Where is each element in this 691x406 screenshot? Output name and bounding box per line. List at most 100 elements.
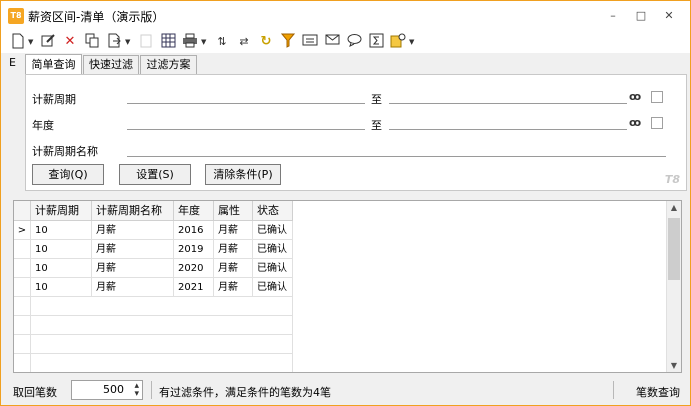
pay-period-from-input[interactable] [127,103,365,104]
table-cell[interactable]: 月薪 [214,221,253,240]
row-selector [14,335,31,354]
data-grid: 计薪周期 计薪周期名称 年度 属性 状态 > 10 月薪 2016 月薪 已确认… [13,200,682,373]
pay-period-to-input[interactable] [389,103,627,104]
table-cell[interactable]: 10 [31,221,92,240]
table-cell[interactable]: 已确认 [253,221,293,240]
clear-conditions-button[interactable]: 清除条件(P) [205,164,281,185]
row-selector[interactable] [14,278,31,297]
table-cell[interactable]: 10 [31,240,92,259]
table-cell[interactable]: 月薪 [214,278,253,297]
scroll-down-icon[interactable]: ▼ [667,361,681,370]
empty-row [31,335,293,354]
refresh-icon[interactable]: ↻ [257,33,275,51]
binoculars-icon[interactable]: ꝏ [629,90,641,103]
table-cell[interactable]: 月薪 [92,221,174,240]
pay-period-checkbox[interactable] [651,91,663,103]
pay-period-name-input[interactable] [127,156,666,157]
empty-row [31,354,293,372]
delete-icon[interactable]: ✕ [61,33,79,51]
new-dropdown-icon[interactable]: ▼ [28,33,36,51]
brand-watermark: T8 [664,173,680,186]
sum-icon[interactable] [367,33,385,51]
table-cell[interactable]: 2019 [174,240,214,259]
side-marker: E [9,56,16,69]
pay-period-to-label: 至 [371,93,382,106]
list-icon[interactable] [301,33,319,51]
layout-icon[interactable] [159,33,177,51]
vertical-scrollbar[interactable]: ▲ ▼ [666,201,681,372]
year-to-input[interactable] [389,129,627,130]
year-checkbox[interactable] [651,117,663,129]
new-icon[interactable] [9,33,27,51]
status-divider [613,381,614,399]
main-window: T8 薪资区间-清单（演示版） – □ ✕ ▼ ✕ ▼ ▼ ⇅ ⇄ ↻ ▼ E … [0,0,691,406]
table-cell[interactable]: 月薪 [214,259,253,278]
table-cell[interactable]: 已确认 [253,259,293,278]
row-selector [14,297,31,316]
mail-icon[interactable] [323,33,341,51]
print-dropdown-icon[interactable]: ▼ [201,33,209,51]
print-icon[interactable] [181,33,199,51]
table-cell[interactable]: 10 [31,278,92,297]
row-selector[interactable]: > [14,221,31,240]
table-cell[interactable]: 月薪 [214,240,253,259]
pay-period-label: 计薪周期 [32,93,76,106]
close-button[interactable]: ✕ [657,7,681,25]
scroll-up-icon[interactable]: ▲ [667,203,681,212]
status-message: 有过滤条件，满足条件的笔数为4笔 [159,386,331,399]
settings-dropdown-icon[interactable]: ▼ [409,33,417,51]
table-cell[interactable]: 月薪 [92,259,174,278]
table-cell[interactable]: 2016 [174,221,214,240]
column-header[interactable]: 属性 [214,201,253,221]
copy-icon[interactable] [83,33,101,51]
tab-filter-scheme[interactable]: 过滤方案 [140,55,197,75]
row-selector[interactable] [14,240,31,259]
column-header[interactable]: 计薪周期 [31,201,92,221]
settings-icon[interactable] [389,33,407,51]
maximize-button[interactable]: □ [629,7,653,25]
window-title: 薪资区间-清单（演示版） [28,10,165,24]
sort-icon[interactable]: ⇅ [213,33,231,51]
funnel-icon[interactable] [279,33,297,51]
fetch-count-stepper[interactable]: 500 ▴ ▾ [71,380,143,400]
query-panel: 计薪周期 至 ꝏ 年度 至 ꝏ 计薪周期名称 查询(Q) 设置(S) 清除条件(… [25,74,687,191]
filter-icon[interactable]: ⇄ [235,33,253,51]
app-logo-icon: T8 [8,8,24,24]
status-divider [151,381,152,399]
tab-simple-query[interactable]: 简单查询 [25,54,82,75]
record-count-query-label[interactable]: 笔数查询 [636,384,680,400]
paste-icon[interactable] [137,33,155,51]
table-cell[interactable]: 月薪 [92,240,174,259]
spinner-arrows-icon[interactable]: ▴ ▾ [134,382,139,399]
table-cell[interactable]: 月薪 [92,278,174,297]
scroll-thumb[interactable] [668,218,680,280]
table-cell[interactable]: 2020 [174,259,214,278]
row-selector[interactable] [14,259,31,278]
export-dropdown-icon[interactable]: ▼ [125,33,133,51]
year-label: 年度 [32,119,54,132]
row-selector [14,354,31,372]
year-to-label: 至 [371,119,382,132]
table-cell[interactable]: 已确认 [253,278,293,297]
column-header[interactable]: 计薪周期名称 [92,201,174,221]
table-cell[interactable]: 已确认 [253,240,293,259]
edit-icon[interactable] [39,33,57,51]
table-cell[interactable]: 2021 [174,278,214,297]
fetch-count-value[interactable]: 500 [103,383,124,396]
column-header[interactable]: 状态 [253,201,293,221]
empty-row [31,316,293,335]
grid-corner [14,201,31,221]
binoculars-icon[interactable]: ꝏ [629,116,641,129]
comment-icon[interactable] [345,33,363,51]
title-bar: T8 薪资区间-清单（演示版） – □ ✕ [1,1,690,31]
query-button[interactable]: 查询(Q) [32,164,104,185]
export-icon[interactable] [105,33,123,51]
year-from-input[interactable] [127,129,365,130]
table-cell[interactable]: 10 [31,259,92,278]
tab-quick-filter[interactable]: 快速过滤 [83,55,139,75]
column-header[interactable]: 年度 [174,201,214,221]
toolbar: ▼ ✕ ▼ ▼ ⇅ ⇄ ↻ ▼ [1,31,690,53]
settings-button[interactable]: 设置(S) [119,164,191,185]
row-selector [14,316,31,335]
minimize-button[interactable]: – [601,7,625,25]
